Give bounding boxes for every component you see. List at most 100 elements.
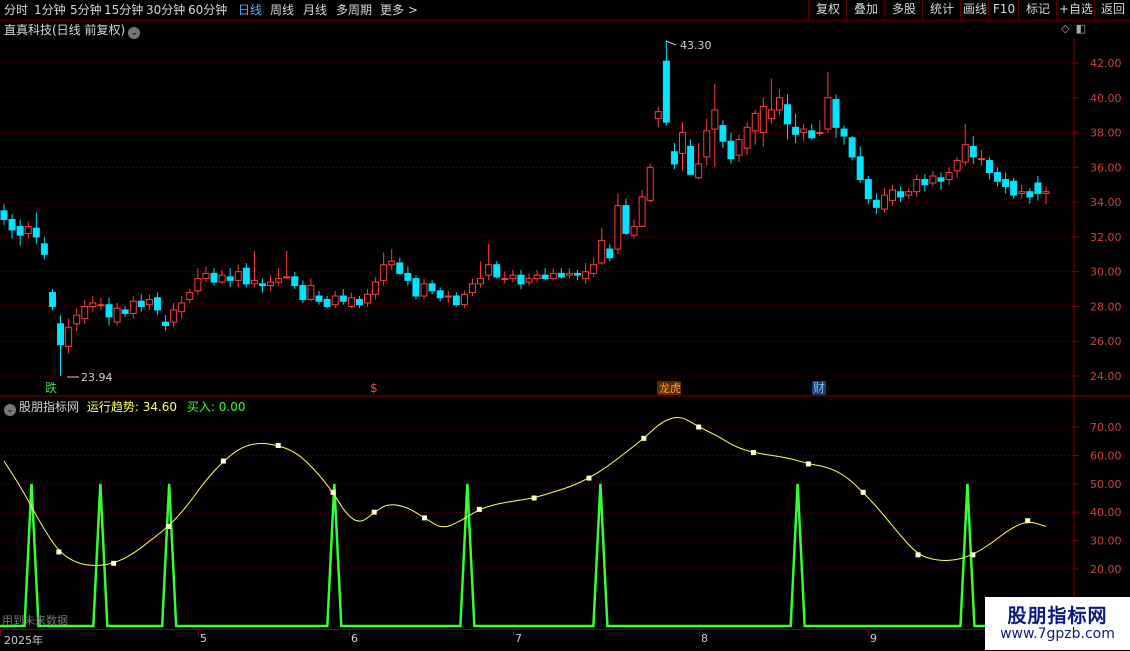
candle-body <box>234 271 242 281</box>
candle-body <box>210 272 218 283</box>
price-tick-label: 28.00 <box>1090 300 1122 313</box>
candle-body <box>679 132 687 154</box>
candle-body <box>937 177 945 182</box>
candle-body <box>759 105 767 134</box>
trend-point <box>371 509 377 515</box>
candle-body <box>65 326 73 347</box>
price-tick-label: 32.00 <box>1090 231 1122 244</box>
candle-body <box>662 60 670 123</box>
candle-body <box>420 283 428 297</box>
candle-body <box>985 159 993 174</box>
candle-body <box>598 239 606 264</box>
trend-point <box>970 552 976 558</box>
event-marker-finance[interactable]: 财 <box>813 381 825 395</box>
trend-series <box>3 417 1047 566</box>
date-tick <box>349 630 350 636</box>
candle-body <box>945 172 953 181</box>
date-label-jun: 6 <box>351 632 358 645</box>
indicator-name[interactable]: 股朋指标网 <box>19 400 79 414</box>
trend-point <box>641 435 647 441</box>
candle-body <box>388 260 396 266</box>
event-marker-dollar[interactable]: $ <box>370 381 378 395</box>
price-tick-label: 42.00 <box>1090 57 1122 70</box>
trend-point <box>56 549 62 555</box>
indicator-tick-label: 50.00 <box>1090 478 1122 491</box>
candle-body <box>468 283 476 294</box>
date-tick <box>699 630 700 636</box>
candle-body <box>137 300 145 307</box>
candle-body <box>880 194 888 210</box>
low-price-label: 23.94 <box>81 371 113 384</box>
indicator-gridlines <box>0 426 1074 570</box>
high-price-label: 43.30 <box>680 39 712 52</box>
candle-body <box>444 295 452 298</box>
candle-body <box>1034 182 1042 194</box>
price-tick-label: 36.00 <box>1090 161 1122 174</box>
candle-body <box>792 126 800 135</box>
candle-body <box>129 300 137 314</box>
candle-body <box>0 210 8 221</box>
indicator-title: ⌄ 股朋指标网 运行趋势: 34.60 买入: 0.00 <box>4 398 245 416</box>
candle-body <box>969 145 977 158</box>
candle-body <box>1018 191 1026 194</box>
candle-body <box>372 281 380 295</box>
candle-body <box>687 145 695 175</box>
candle-body <box>905 191 913 196</box>
candle-body <box>840 128 848 137</box>
candle-body <box>250 279 258 285</box>
price-tick-label: 34.00 <box>1090 196 1122 209</box>
trend-point <box>860 489 866 495</box>
candle-body <box>622 205 630 234</box>
price-tick-label: 40.00 <box>1090 92 1122 105</box>
trend-point <box>915 552 921 558</box>
future-data-note: 用到未来数据 <box>2 614 68 627</box>
buy-signal-series <box>0 483 1074 628</box>
candle-body <box>323 298 331 307</box>
candle-body <box>509 274 517 280</box>
candle-body <box>1026 191 1034 198</box>
candle-body <box>485 264 493 276</box>
high-annotation: 43.30 <box>665 39 712 52</box>
candle-body <box>315 295 323 302</box>
candle-body <box>299 285 307 300</box>
candle-body <box>590 264 598 274</box>
candle-body <box>16 225 24 236</box>
trend-point <box>330 489 336 495</box>
site-watermark: 股朋指标网 www.7gpzb.com <box>985 597 1130 650</box>
candle-body <box>953 159 961 172</box>
stock-chart: 42.00 40.00 38.00 36.00 34.00 32.00 30.00 28.00… <box>0 38 1130 629</box>
candle-body <box>218 274 226 283</box>
candle-body <box>977 158 985 161</box>
chevron-down-icon[interactable]: ⌄ <box>4 404 16 416</box>
event-marker-drop[interactable]: 跌 <box>45 380 57 395</box>
indicator-axis: 70.00 60.00 50.00 40.00 30.00 20.00 <box>1074 421 1122 576</box>
candle-body <box>929 175 937 184</box>
candle-body <box>121 309 129 314</box>
candle-body <box>582 271 590 280</box>
event-marker-dragon-tiger[interactable]: 龙虎 <box>659 382 681 395</box>
candle-body <box>153 297 161 311</box>
date-tick <box>868 630 869 636</box>
candle-body <box>574 272 582 276</box>
candle-body <box>654 111 662 120</box>
date-tick <box>0 630 1 636</box>
candle-body <box>565 272 573 276</box>
candle-body <box>541 274 549 280</box>
buy-value-label: 买入: 0.00 <box>186 400 246 414</box>
candle-body <box>606 248 614 259</box>
watermark-title: 股朋指标网 <box>1007 605 1108 627</box>
candle-body <box>436 290 444 299</box>
trend-point <box>421 515 427 521</box>
date-tick <box>513 630 514 636</box>
trend-value-label: 运行趋势: 34.60 <box>86 400 178 414</box>
date-axis: 2025年 5 6 7 8 9 <box>0 629 1074 651</box>
candle-body <box>719 125 727 142</box>
candle-body <box>97 304 105 307</box>
date-label-may: 5 <box>200 632 207 645</box>
candle-body <box>872 199 880 208</box>
price-axis: 42.00 40.00 38.00 36.00 34.00 32.00 30.00 28.00… <box>1074 57 1122 383</box>
candle-body <box>8 219 16 231</box>
candle-body <box>557 272 565 278</box>
candle-body <box>549 272 557 280</box>
candle-body <box>186 292 194 300</box>
